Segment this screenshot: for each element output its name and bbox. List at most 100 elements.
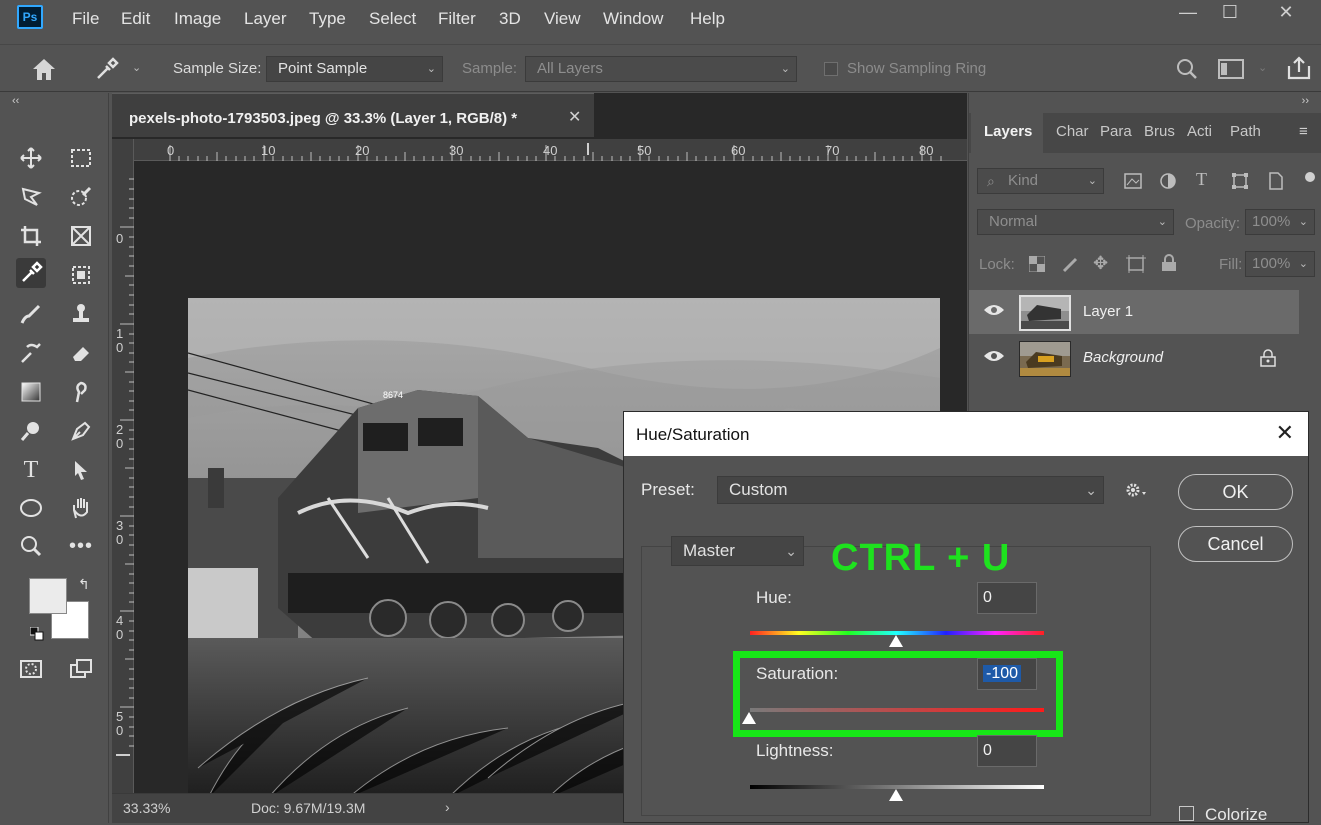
more-tools-icon[interactable]: ••• — [66, 531, 96, 561]
tab-paragraph[interactable]: Para — [1100, 123, 1132, 140]
dialog-title-bar[interactable]: Hue/Saturation ✕ — [624, 412, 1308, 456]
horizontal-ruler[interactable]: 0 10 20 30 40 50 60 70 80 — [132, 139, 967, 161]
layer-row-layer1[interactable]: Layer 1 — [969, 290, 1299, 334]
close-icon[interactable]: ✕ — [1276, 420, 1294, 446]
status-menu-chevron-icon[interactable]: › — [445, 799, 450, 815]
smudge-tool-icon[interactable] — [66, 377, 96, 407]
swap-colors-icon[interactable]: ↰ — [78, 576, 90, 593]
colorize-label[interactable]: Colorize — [1205, 805, 1267, 825]
blend-mode-select[interactable]: Normal ⌄ — [977, 209, 1174, 235]
hue-input[interactable]: 0 — [977, 582, 1037, 614]
layer-name[interactable]: Layer 1 — [1083, 303, 1133, 320]
filter-pixel-icon[interactable] — [1124, 173, 1142, 192]
sample-select[interactable]: All Layers ⌄ — [525, 56, 797, 82]
preset-select[interactable]: Custom ⌄ — [717, 476, 1104, 504]
photoshop-logo[interactable]: Ps — [17, 5, 43, 29]
history-brush-icon[interactable] — [16, 338, 46, 368]
hand-tool-icon[interactable] — [66, 493, 96, 523]
zoom-level[interactable]: 33.33% — [123, 800, 170, 816]
document-tab[interactable]: pexels-photo-1793503.jpeg @ 33.3% (Layer… — [112, 93, 594, 137]
maximize-button[interactable]: ☐ — [1208, 0, 1252, 26]
tab-brushes[interactable]: Brus — [1144, 123, 1175, 140]
collapse-toolbar-icon[interactable]: ‹‹ — [12, 95, 19, 107]
lock-artboard-icon[interactable] — [1126, 255, 1146, 276]
layer-filter-select[interactable]: ⌕ Kind ⌄ — [977, 168, 1104, 194]
menu-file[interactable]: File — [72, 9, 99, 29]
default-colors-icon[interactable] — [29, 626, 44, 641]
eraser-tool-icon[interactable] — [66, 338, 96, 368]
chevron-down-icon[interactable]: ⌄ — [1258, 61, 1267, 74]
clone-stamp-icon[interactable] — [66, 299, 96, 329]
panel-menu-icon[interactable]: ≡ — [1299, 123, 1308, 140]
foreground-color-swatch[interactable] — [29, 578, 67, 614]
menu-type[interactable]: Type — [309, 9, 346, 29]
search-icon[interactable] — [1175, 57, 1199, 81]
crop-tool-icon[interactable] — [16, 221, 46, 251]
rectangular-marquee-icon[interactable] — [66, 143, 96, 173]
share-icon[interactable] — [1286, 55, 1312, 81]
eyedropper-tool-icon[interactable] — [16, 258, 46, 288]
type-tool-icon[interactable]: T — [16, 455, 46, 485]
layer-row-background[interactable]: Background — [969, 336, 1299, 380]
filter-toggle-icon[interactable] — [1305, 172, 1315, 182]
menu-window[interactable]: Window — [603, 9, 663, 29]
opacity-input[interactable]: 100% ⌄ — [1245, 209, 1315, 235]
visibility-eye-icon[interactable] — [983, 349, 1005, 363]
fill-input[interactable]: 100% ⌄ — [1245, 251, 1315, 277]
lightness-slider-thumb[interactable] — [889, 789, 903, 801]
close-icon[interactable]: ✕ — [568, 107, 581, 127]
menu-3d[interactable]: 3D — [499, 9, 521, 29]
hue-slider-thumb[interactable] — [889, 635, 903, 647]
quick-mask-icon[interactable] — [16, 654, 46, 684]
cancel-button[interactable]: Cancel — [1178, 526, 1293, 562]
sampling-ring-checkbox[interactable] — [824, 62, 838, 76]
lock-transparent-icon[interactable] — [1028, 255, 1046, 275]
lock-all-icon[interactable] — [1161, 254, 1177, 275]
close-window-button[interactable]: ✕ — [1264, 0, 1308, 26]
quick-selection-icon[interactable] — [66, 182, 96, 212]
colorize-checkbox[interactable] — [1179, 806, 1194, 821]
zoom-tool-icon[interactable] — [16, 531, 46, 561]
frame-tool-icon[interactable] — [66, 221, 96, 251]
move-tool-icon[interactable] — [16, 143, 46, 173]
tab-paths[interactable]: Path — [1230, 123, 1261, 140]
menu-help[interactable]: Help — [690, 9, 725, 29]
filter-type-icon[interactable]: T — [1196, 169, 1207, 190]
gradient-tool-icon[interactable] — [16, 377, 46, 407]
expand-panels-icon[interactable]: ›› — [1302, 95, 1309, 107]
menu-edit[interactable]: Edit — [121, 9, 150, 29]
eyedropper-preset-icon[interactable] — [94, 56, 120, 82]
tab-character[interactable]: Char — [1056, 123, 1089, 140]
lock-image-icon[interactable] — [1062, 255, 1080, 276]
channel-select[interactable]: Master ⌄ — [671, 536, 804, 566]
tab-layers-label[interactable]: Layers — [984, 123, 1032, 140]
gear-icon[interactable] — [1124, 480, 1148, 503]
filter-smartobject-icon[interactable] — [1268, 171, 1284, 194]
sample-size-select[interactable]: Point Sample ⌄ — [266, 56, 443, 82]
lightness-input[interactable]: 0 — [977, 735, 1037, 767]
menu-view[interactable]: View — [544, 9, 581, 29]
screen-mode-icon[interactable] — [66, 654, 96, 684]
layer-name[interactable]: Background — [1083, 349, 1163, 366]
menu-image[interactable]: Image — [174, 9, 221, 29]
lock-position-icon[interactable]: ✥ — [1093, 253, 1108, 274]
healing-brush-icon[interactable] — [16, 299, 46, 329]
visibility-eye-icon[interactable] — [983, 303, 1005, 317]
workspace-icon[interactable] — [1218, 59, 1244, 79]
menu-filter[interactable]: Filter — [438, 9, 476, 29]
home-icon[interactable] — [30, 56, 58, 82]
filter-shape-icon[interactable] — [1231, 172, 1249, 193]
object-selection-icon[interactable] — [66, 260, 96, 290]
filter-adjustment-icon[interactable] — [1159, 172, 1177, 193]
ellipse-tool-icon[interactable] — [16, 493, 46, 523]
menu-layer[interactable]: Layer — [244, 9, 287, 29]
tab-actions[interactable]: Acti — [1187, 123, 1212, 140]
dodge-tool-icon[interactable] — [16, 416, 46, 446]
path-selection-icon[interactable] — [66, 455, 96, 485]
menu-select[interactable]: Select — [369, 9, 416, 29]
ok-button[interactable]: OK — [1178, 474, 1293, 510]
lasso-tool-icon[interactable] — [16, 182, 46, 212]
minimize-button[interactable]: — — [1166, 0, 1210, 26]
chevron-down-icon[interactable]: ⌄ — [132, 61, 141, 74]
vertical-ruler[interactable]: 0 1 0 2 0 3 0 4 0 5 0 — [112, 139, 134, 799]
